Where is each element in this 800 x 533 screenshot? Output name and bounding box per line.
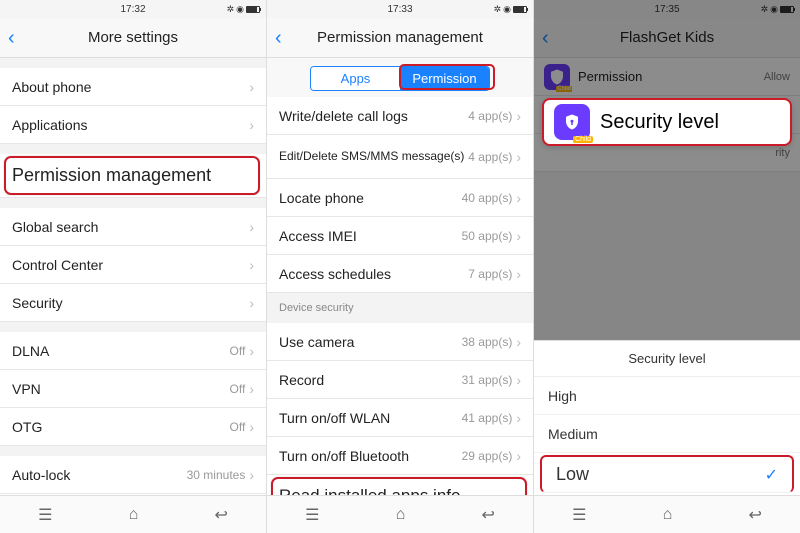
back-icon[interactable]: ‹ — [8, 28, 15, 48]
wifi-icon: ◉ — [236, 4, 244, 15]
chevron-right-icon: › — [516, 266, 521, 282]
row-schedules[interactable]: Access schedules7 app(s)› — [267, 255, 533, 293]
titlebar: ‹ Permission management — [267, 18, 533, 58]
chevron-right-icon: › — [249, 295, 254, 311]
chevron-right-icon: › — [249, 117, 254, 133]
settings-list: About phone› Applications› Permission ma… — [0, 58, 266, 495]
nav-bar: ☰ ⌂ ↩ — [267, 495, 533, 533]
highlight-permission-seg — [399, 64, 495, 90]
wifi-icon: ◉ — [503, 4, 511, 15]
status-icons: ✲ ◉ — [227, 4, 260, 15]
security-level-label: Security level — [600, 111, 719, 134]
status-icons: ✲ ◉ — [494, 4, 527, 15]
battery-icon — [513, 6, 527, 13]
back-nav-icon[interactable]: ↩ — [481, 505, 494, 525]
highlight-security-level-card: Child Security level — [542, 98, 792, 146]
row-control-center[interactable]: Control Center› — [0, 246, 266, 284]
row-easy-touch[interactable]: Easy Touch› — [0, 494, 266, 495]
status-time: 17:33 — [387, 4, 412, 15]
phone-more-settings: 17:32 ✲ ◉ ‹ More settings About phone› A… — [0, 0, 267, 533]
home-icon[interactable]: ⌂ — [663, 506, 673, 524]
phone-permission-management: 17:33 ✲ ◉ ‹ Permission management Apps P… — [267, 0, 534, 533]
chevron-right-icon: › — [249, 381, 254, 397]
option-low[interactable]: Low ✓ — [540, 455, 794, 493]
battery-icon — [780, 6, 794, 13]
row-applications[interactable]: Applications› — [0, 106, 266, 144]
battery-icon — [246, 6, 260, 13]
page-title: FlashGet Kids — [620, 29, 714, 46]
chevron-right-icon: › — [249, 257, 254, 273]
status-bar: 17:32 ✲ ◉ — [0, 0, 266, 18]
security-level-sheet: Security level High Medium Low ✓ — [534, 340, 800, 495]
chevron-right-icon: › — [516, 372, 521, 388]
sheet-title: Security level — [534, 341, 800, 377]
back-icon[interactable]: ‹ — [275, 28, 282, 48]
row-permission-management[interactable]: Permission management — [0, 154, 266, 198]
option-medium[interactable]: Medium — [534, 415, 800, 453]
row-use-camera[interactable]: Use camera38 app(s)› — [267, 323, 533, 361]
chevron-right-icon: › — [516, 448, 521, 464]
titlebar: ‹ More settings — [0, 18, 266, 58]
row-call-logs[interactable]: Write/delete call logs4 app(s)› — [267, 97, 533, 135]
check-icon: ✓ — [765, 465, 778, 485]
chevron-right-icon: › — [516, 149, 521, 165]
status-bar: 17:35 ✲ ◉ — [534, 0, 800, 18]
bluetooth-icon: ✲ — [761, 4, 769, 15]
page-title: Permission management — [317, 29, 483, 46]
status-time: 17:32 — [120, 4, 145, 15]
chevron-right-icon: › — [516, 410, 521, 426]
section-device-security: Device security — [267, 293, 533, 323]
status-icons: ✲ ◉ — [761, 4, 794, 15]
bluetooth-icon: ✲ — [227, 4, 235, 15]
phone-flashget-kids: 17:35 ✲ ◉ ‹ FlashGet Kids Child Permissi… — [534, 0, 800, 533]
app-icon: Child — [554, 104, 590, 140]
home-icon[interactable]: ⌂ — [396, 506, 406, 524]
row-about-phone[interactable]: About phone› — [0, 68, 266, 106]
chevron-right-icon: › — [516, 228, 521, 244]
row-sms[interactable]: Edit/Delete SMS/MMS message(s)4 app(s)› — [267, 135, 533, 179]
row-wlan[interactable]: Turn on/off WLAN41 app(s)› — [267, 399, 533, 437]
titlebar: ‹ FlashGet Kids — [534, 18, 800, 58]
row-vpn[interactable]: VPNOff› — [0, 370, 266, 408]
row-global-search[interactable]: Global search› — [0, 208, 266, 246]
row-imei[interactable]: Access IMEI50 app(s)› — [267, 217, 533, 255]
row-permission-summary[interactable]: Child Permission Allow — [534, 58, 800, 96]
back-icon[interactable]: ‹ — [542, 28, 549, 48]
seg-apps[interactable]: Apps — [311, 67, 400, 90]
nav-bar: ☰ ⌂ ↩ — [0, 495, 266, 533]
back-nav-icon[interactable]: ↩ — [214, 505, 227, 525]
row-read-installed-apps[interactable]: Read installed apps info — [267, 475, 533, 495]
row-dlna[interactable]: DLNAOff› — [0, 332, 266, 370]
row-record[interactable]: Record31 app(s)› — [267, 361, 533, 399]
chevron-right-icon: › — [249, 219, 254, 235]
wifi-icon: ◉ — [770, 4, 778, 15]
chevron-right-icon: › — [516, 334, 521, 350]
bluetooth-icon: ✲ — [494, 4, 502, 15]
chevron-right-icon: › — [249, 343, 254, 359]
menu-icon[interactable]: ☰ — [572, 505, 586, 525]
chevron-right-icon: › — [516, 190, 521, 206]
menu-icon[interactable]: ☰ — [305, 505, 319, 525]
row-bluetooth[interactable]: Turn on/off Bluetooth29 app(s)› — [267, 437, 533, 475]
status-time: 17:35 — [654, 4, 679, 15]
row-security[interactable]: Security› — [0, 284, 266, 322]
chevron-right-icon: › — [249, 419, 254, 435]
highlight-permission-management — [4, 156, 260, 195]
chevron-right-icon: › — [249, 467, 254, 483]
status-bar: 17:33 ✲ ◉ — [267, 0, 533, 18]
home-icon[interactable]: ⌂ — [129, 506, 139, 524]
nav-bar: ☰ ⌂ ↩ — [534, 495, 800, 533]
chevron-right-icon: › — [516, 108, 521, 124]
option-high[interactable]: High — [534, 377, 800, 415]
permission-list: Write/delete call logs4 app(s)› Edit/Del… — [267, 97, 533, 495]
chevron-right-icon: › — [249, 79, 254, 95]
menu-icon[interactable]: ☰ — [38, 505, 52, 525]
app-icon: Child — [544, 64, 570, 90]
row-otg[interactable]: OTGOff› — [0, 408, 266, 446]
page-title: More settings — [88, 29, 178, 46]
row-locate-phone[interactable]: Locate phone40 app(s)› — [267, 179, 533, 217]
highlight-read-installed-apps — [271, 477, 527, 495]
back-nav-icon[interactable]: ↩ — [748, 505, 761, 525]
row-auto-lock[interactable]: Auto-lock30 minutes› — [0, 456, 266, 494]
